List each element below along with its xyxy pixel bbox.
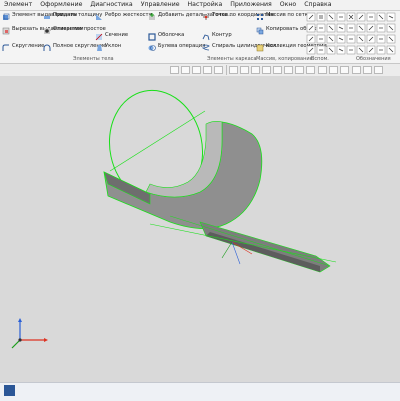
fillet-icon <box>2 44 9 51</box>
shell-label: Оболочка <box>158 32 185 38</box>
contour-icon <box>202 34 210 41</box>
copy-icon <box>256 27 264 35</box>
pan-button[interactable] <box>192 66 201 74</box>
shell-icon <box>148 33 156 41</box>
full-round-icon <box>43 44 51 51</box>
collection-icon <box>256 44 264 52</box>
ribbon-tools-grid[interactable] <box>306 12 400 56</box>
model-canvas[interactable] <box>0 76 400 382</box>
menu-diagnostics[interactable]: Диагностика <box>86 0 136 10</box>
contour-label: Контур <box>212 32 232 38</box>
display-mode-button[interactable] <box>229 66 238 74</box>
taskbar <box>0 382 400 401</box>
boolean-icon <box>148 45 156 51</box>
contour-button[interactable]: Контур <box>202 32 232 41</box>
scene-axis-y <box>221 241 233 259</box>
shading-button[interactable] <box>240 66 249 74</box>
boolean-label: Булева операция <box>158 43 206 49</box>
zoom-button[interactable] <box>170 66 179 74</box>
thicken-button[interactable]: Придать толщину <box>43 12 102 21</box>
selection-button[interactable] <box>340 66 349 74</box>
3d-viewport[interactable] <box>0 76 400 382</box>
menu-design[interactable]: Оформление <box>36 0 86 10</box>
rotate-button[interactable] <box>203 66 212 74</box>
filter-funnel-button[interactable] <box>352 66 361 74</box>
rib-button[interactable]: Ребро жесткости <box>95 12 152 21</box>
menu-element[interactable]: Элемент <box>0 0 36 10</box>
rib-icon <box>96 14 102 20</box>
toolbar-separator <box>226 65 227 75</box>
menu-window[interactable]: Окно <box>276 0 300 10</box>
hide-button[interactable] <box>273 66 282 74</box>
draft-label: Уклон <box>105 43 122 49</box>
helix-icon <box>202 44 210 51</box>
section-button[interactable]: Сечение <box>95 32 129 41</box>
menu-bar: Элемент Оформление Диагностика Управлени… <box>0 0 400 11</box>
add-blank-icon <box>149 13 155 20</box>
boolean-button[interactable]: Булева операция <box>148 43 206 52</box>
options-button[interactable] <box>363 66 372 74</box>
fillet-label: Скругление <box>12 43 45 49</box>
menu-apps[interactable]: Приложения <box>226 0 276 10</box>
point-icon <box>203 14 209 20</box>
section-icon <box>95 33 103 41</box>
measure-button[interactable] <box>284 66 293 74</box>
menu-help[interactable]: Справка <box>300 0 335 10</box>
construction-line <box>109 110 206 172</box>
menu-settings[interactable]: Настройка <box>184 0 227 10</box>
thicken-icon <box>44 16 50 19</box>
section-label: Сечение <box>105 32 129 38</box>
view-orient-button[interactable] <box>214 66 223 74</box>
hole-icon <box>44 28 50 34</box>
menu-manage[interactable]: Управление <box>137 0 184 10</box>
grid-toggle-button[interactable] <box>318 66 327 74</box>
layers-button[interactable] <box>329 66 338 74</box>
group-label-array: Массив, копирование <box>256 56 313 62</box>
grid-array-button[interactable]: Массив по сетке <box>256 12 312 21</box>
grid-array-label: Массив по сетке <box>266 12 312 18</box>
group-label-aux: Вспом. <box>311 56 329 62</box>
frame-line <box>149 223 337 263</box>
group-label-designations: Обозначения <box>356 56 391 62</box>
grid-array-icon <box>257 14 263 20</box>
cut-extrude-icon <box>2 27 10 35</box>
rib-label: Ребро жесткости <box>105 12 152 18</box>
perspective-button[interactable] <box>262 66 271 74</box>
draft-button[interactable]: Уклон <box>95 43 122 52</box>
section-view-button[interactable] <box>251 66 260 74</box>
filter-button[interactable] <box>306 66 315 74</box>
group-label-frame: Элементы каркаса <box>207 56 257 62</box>
more-button[interactable] <box>374 66 383 74</box>
hole-label: Отверстие простое <box>53 26 106 32</box>
shell-button[interactable]: Оболочка <box>148 32 185 41</box>
fillet-button[interactable]: Скругление <box>2 43 45 52</box>
extrude-icon <box>3 13 10 20</box>
axis-triad-icon <box>11 318 48 349</box>
snap-button[interactable] <box>295 66 304 74</box>
windows-start-icon[interactable] <box>4 385 15 396</box>
bracket-body <box>103 121 263 229</box>
zoom-dropdown[interactable] <box>181 66 190 74</box>
group-label-body: Элементы тела <box>73 56 114 62</box>
draft-icon <box>97 45 102 51</box>
frame-line-2 <box>169 215 331 267</box>
